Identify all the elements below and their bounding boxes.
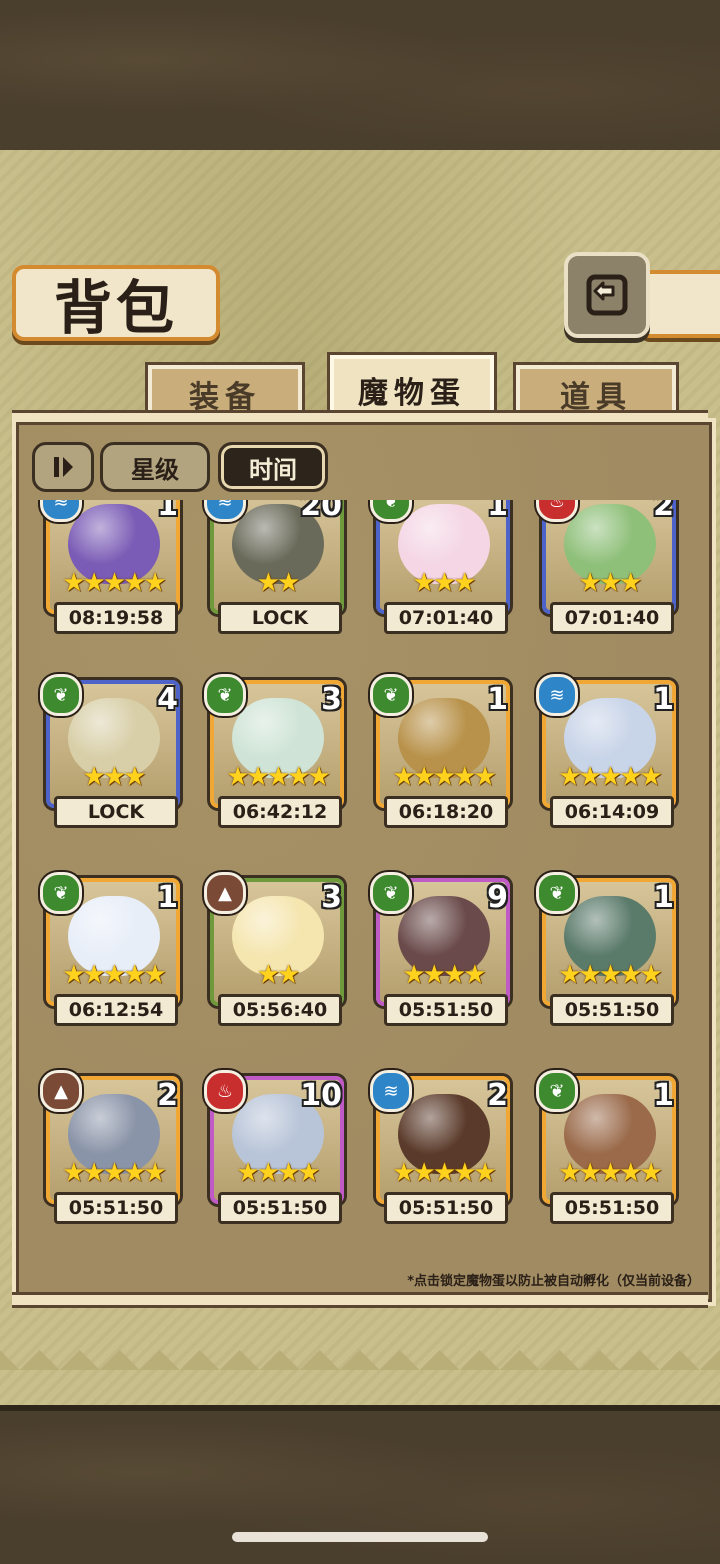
egg-count: 2 (653, 500, 674, 523)
back-button[interactable] (564, 252, 650, 338)
egg-card[interactable]: ❦ 1 ★★★★★ 06:18:20 (370, 674, 512, 828)
panel-torn-edge (0, 1330, 720, 1390)
page-title: 背包 (53, 274, 178, 342)
egg-card[interactable]: ❦ 1 ★★★★★ 06:12:54 (40, 872, 182, 1026)
egg-card[interactable]: ♨ 10 ★★★★ 05:51:50 (204, 1070, 346, 1224)
egg-card[interactable]: ❦ 9 ★★★★ 05:51:50 (370, 872, 512, 1026)
egg-stars: ★★★★★ (226, 762, 331, 792)
egg-stars: ★★★★ (236, 1158, 320, 1188)
egg-count: 3 (321, 682, 342, 717)
egg-count: 20 (300, 500, 342, 523)
sort-order-toggle-button[interactable] (32, 442, 94, 492)
egg-card[interactable]: ♨ 2 ★★★ 07:01:40 (536, 500, 678, 634)
egg-count: 2 (157, 1078, 178, 1113)
earth-element-icon: ▲ (40, 1070, 82, 1112)
egg-count: 3 (321, 880, 342, 915)
content-bottom-bar (12, 1292, 708, 1308)
egg-count: 1 (653, 682, 674, 717)
egg-timer: 05:56:40 (218, 994, 342, 1026)
egg-count: 1 (487, 682, 508, 717)
egg-timer: 05:51:50 (550, 994, 674, 1026)
egg-card[interactable]: ❦ 4 ★★★ LOCK (40, 674, 182, 828)
egg-timer: 06:18:20 (384, 796, 508, 828)
egg-stars: ★★★★★ (558, 960, 663, 990)
nature-element-icon: ❦ (536, 872, 578, 914)
egg-card[interactable]: ▲ 2 ★★★★★ 05:51:50 (40, 1070, 182, 1224)
egg-timer: 07:01:40 (550, 602, 674, 634)
title-plate: 背包 (12, 265, 220, 342)
egg-stars: ★★★★★ (392, 1158, 497, 1188)
egg-card[interactable]: ❦ 3 ★★★★★ 06:42:12 (204, 674, 346, 828)
earth-element-icon: ▲ (204, 872, 246, 914)
egg-timer: 08:19:58 (54, 602, 178, 634)
egg-card[interactable]: ❦ 1 ★★★★★ 05:51:50 (536, 872, 678, 1026)
egg-timer: 07:01:40 (384, 602, 508, 634)
lock-hint-note: *点击锁定魔物蛋以防止被自动孵化（仅当前设备） (407, 1274, 700, 1289)
egg-card[interactable]: ▲ 3 ★★ 05:56:40 (204, 872, 346, 1026)
back-arrow-icon (586, 274, 628, 316)
toggle-icon (54, 457, 73, 477)
egg-stars: ★★★ (412, 568, 477, 598)
egg-timer: LOCK (218, 602, 342, 634)
egg-stars: ★★★★★ (62, 568, 167, 598)
egg-card[interactable]: ❦ 1 ★★★★★ 05:51:50 (536, 1070, 678, 1224)
egg-count: 2 (487, 1078, 508, 1113)
egg-count: 4 (157, 682, 178, 717)
nature-element-icon: ❦ (370, 674, 412, 716)
egg-stars: ★★★★ (402, 960, 486, 990)
egg-grid: ≋ 1 ★★★★★ 08:19:58 ≋ 20 ★★ LOCK ❦ 1 ★★★ … (32, 500, 692, 1260)
nature-element-icon: ❦ (370, 872, 412, 914)
egg-stars: ★★ (256, 960, 301, 990)
egg-count: 1 (653, 1078, 674, 1113)
egg-timer: LOCK (54, 796, 178, 828)
sort-by-star-button[interactable]: 星级 (100, 442, 210, 492)
egg-count: 9 (487, 880, 508, 915)
fire-element-icon: ♨ (204, 1070, 246, 1112)
water-element-icon: ≋ (536, 674, 578, 716)
egg-timer: 05:51:50 (384, 994, 508, 1026)
egg-stars: ★★★★★ (558, 1158, 663, 1188)
water-element-icon: ≋ (370, 1070, 412, 1112)
map-background-top (0, 0, 720, 156)
egg-timer: 05:51:50 (54, 1192, 178, 1224)
egg-count: 10 (300, 1078, 342, 1113)
egg-card[interactable]: ≋ 1 ★★★★★ 08:19:58 (40, 500, 182, 634)
egg-count: 1 (157, 500, 178, 523)
egg-stars: ★★★★★ (62, 960, 167, 990)
egg-count: 1 (487, 500, 508, 523)
home-indicator[interactable] (232, 1532, 488, 1542)
egg-stars: ★★ (256, 568, 301, 598)
egg-stars: ★★★★★ (62, 1158, 167, 1188)
egg-timer: 06:12:54 (54, 994, 178, 1026)
egg-timer: 06:42:12 (218, 796, 342, 828)
back-strip (640, 270, 720, 338)
nature-element-icon: ❦ (536, 1070, 578, 1112)
egg-card[interactable]: ≋ 20 ★★ LOCK (204, 500, 346, 634)
sort-by-time-button[interactable]: 时间 (218, 442, 328, 492)
egg-timer: 06:14:09 (550, 796, 674, 828)
egg-card[interactable]: ❦ 1 ★★★ 07:01:40 (370, 500, 512, 634)
egg-count: 1 (653, 880, 674, 915)
nature-element-icon: ❦ (40, 872, 82, 914)
egg-count: 1 (157, 880, 178, 915)
egg-timer: 05:51:50 (550, 1192, 674, 1224)
egg-stars: ★★★ (82, 762, 147, 792)
nature-element-icon: ❦ (204, 674, 246, 716)
egg-stars: ★★★★★ (392, 762, 497, 792)
egg-card[interactable]: ≋ 2 ★★★★★ 05:51:50 (370, 1070, 512, 1224)
egg-timer: 05:51:50 (218, 1192, 342, 1224)
egg-stars: ★★★★★ (558, 762, 663, 792)
nature-element-icon: ❦ (40, 674, 82, 716)
egg-timer: 05:51:50 (384, 1192, 508, 1224)
egg-card[interactable]: ≋ 1 ★★★★★ 06:14:09 (536, 674, 678, 828)
egg-stars: ★★★ (578, 568, 643, 598)
